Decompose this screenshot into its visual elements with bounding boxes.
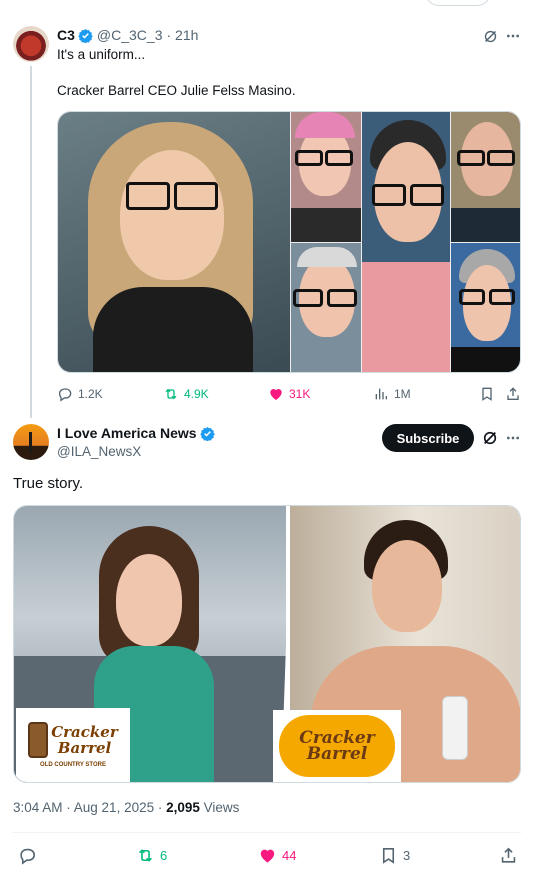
subscribe-button[interactable]: Subscribe xyxy=(382,424,474,452)
more-icon[interactable] xyxy=(504,429,522,447)
logo-cracker-barrel-new: Cracker Barrel xyxy=(273,710,401,782)
repost-count: 6 xyxy=(160,847,168,863)
top-pill xyxy=(425,0,491,6)
avatar[interactable] xyxy=(13,424,49,460)
logo-left-tagline: OLD COUNTRY STORE xyxy=(40,762,106,768)
photo-person-3 xyxy=(362,112,450,372)
like-count: 31K xyxy=(289,387,311,401)
share-button[interactable] xyxy=(499,845,518,865)
grok-icon[interactable] xyxy=(481,429,499,447)
bookmark-icon xyxy=(482,387,492,401)
repost-count: 4.9K xyxy=(184,387,209,401)
logo-left-line2: Barrel xyxy=(57,739,112,757)
photo-person-2 xyxy=(291,112,361,242)
heart-icon xyxy=(260,849,275,863)
share-button[interactable] xyxy=(505,384,521,404)
share-icon xyxy=(507,387,519,400)
verified-badge-icon xyxy=(199,426,215,441)
logo-right-line2: Barrel xyxy=(306,744,368,764)
photo-person-5 xyxy=(291,243,361,372)
tweet-header: C3 @C_3C_3 · 21h xyxy=(57,27,198,43)
tweet-text-line2: Cracker Barrel CEO Julie Felss Masino. xyxy=(57,83,296,98)
photo-person-4 xyxy=(451,112,520,242)
bookmark-icon xyxy=(382,847,395,864)
views-count: 1M xyxy=(394,387,411,401)
like-button[interactable]: 44 xyxy=(258,845,296,865)
reply-button[interactable] xyxy=(18,845,42,865)
logo-left-line1: Cracker xyxy=(51,723,118,741)
views-button[interactable]: 1M xyxy=(373,384,411,404)
display-name[interactable]: I Love America News xyxy=(57,425,219,441)
tweet-text: It's a uniform... xyxy=(57,47,146,62)
reply-count: 1.2K xyxy=(78,387,103,401)
display-name[interactable]: C3 xyxy=(57,27,75,43)
views-count: 2,095 xyxy=(166,800,200,815)
reply-button[interactable]: 1.2K xyxy=(57,384,103,404)
divider xyxy=(13,832,521,833)
reply-icon xyxy=(20,848,36,865)
bookmark-count: 3 xyxy=(403,847,411,863)
display-name-text: I Love America News xyxy=(57,425,197,441)
grok-icon[interactable] xyxy=(481,27,499,45)
repost-icon xyxy=(139,848,152,862)
tweet-meta: 3:04 AM · Aug 21, 2025 · 2,095 Views xyxy=(13,800,239,815)
repost-button[interactable]: 6 xyxy=(136,845,167,865)
timestamp[interactable]: · 21h xyxy=(166,27,198,43)
more-icon[interactable] xyxy=(504,27,522,45)
quoted-tweet-actions: 1.2K 4.9K 31K 1M xyxy=(57,384,521,404)
thread-line xyxy=(30,66,32,418)
heart-icon xyxy=(270,389,282,400)
logo-cracker-barrel-old: Cracker Barrel OLD COUNTRY STORE xyxy=(16,708,130,782)
repost-button[interactable]: 4.9K xyxy=(163,384,209,404)
views-label: Views xyxy=(199,800,240,815)
verified-badge-icon xyxy=(78,28,93,43)
photo-ceo xyxy=(58,112,290,372)
like-button[interactable]: 31K xyxy=(268,384,310,404)
main-tweet-actions: 6 44 3 xyxy=(13,845,521,867)
reply-icon xyxy=(58,388,72,402)
avatar[interactable] xyxy=(13,26,49,62)
handle[interactable]: @C_3C_3 xyxy=(97,27,163,43)
bookmark-button[interactable]: 3 xyxy=(379,845,410,865)
timestamp[interactable]: 3:04 AM · Aug 21, 2025 · xyxy=(13,800,166,815)
handle[interactable]: @ILA_NewsX xyxy=(57,444,141,459)
tweet-image-collage[interactable] xyxy=(57,111,521,373)
tweet-text: True story. xyxy=(13,475,84,492)
tweet-image[interactable]: Cracker Barrel OLD COUNTRY STORE Cracker… xyxy=(13,505,521,783)
like-count: 44 xyxy=(282,847,297,863)
share-icon xyxy=(501,847,516,863)
repost-icon xyxy=(165,388,177,400)
bookmark-button[interactable] xyxy=(479,384,495,404)
views-icon xyxy=(375,388,387,400)
photo-person-6 xyxy=(451,243,520,372)
